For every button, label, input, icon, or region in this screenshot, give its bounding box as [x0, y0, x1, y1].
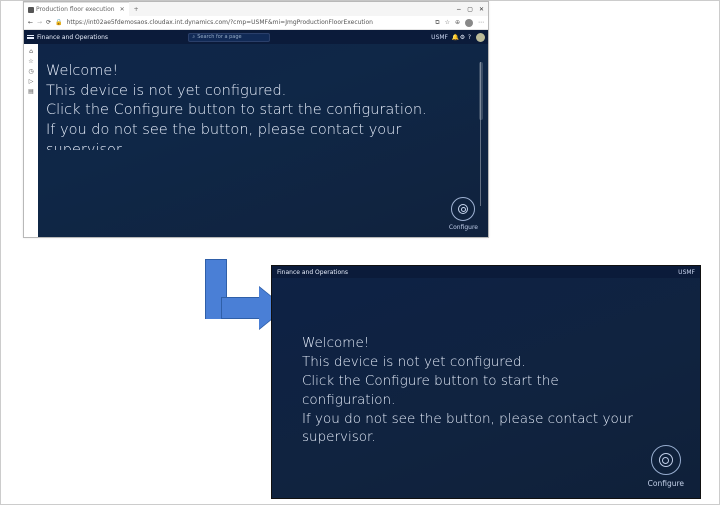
bell-icon[interactable]: 🔔	[452, 34, 459, 41]
back-button[interactable]: ←	[28, 19, 33, 26]
rail-clock-icon[interactable]: ◷	[27, 67, 35, 75]
welcome-heading: Welcome!	[46, 62, 438, 82]
welcome-line-4-clipped: supervisor	[46, 141, 438, 150]
profile-icon[interactable]	[465, 19, 473, 27]
help-icon[interactable]: ?	[466, 34, 473, 41]
scrollbar-thumb[interactable]	[479, 62, 483, 120]
collections-icon[interactable]: ⊕	[455, 19, 460, 26]
app-navbar-fullscreen: Finance and Operations USMF	[272, 266, 700, 278]
configure-ring-icon-fs	[651, 445, 681, 475]
window-minimize-button[interactable]: −	[456, 6, 461, 13]
welcome-message: Welcome! This device is not yet configur…	[46, 62, 438, 150]
welcome-message-fullscreen: Welcome! This device is not yet configur…	[302, 334, 640, 447]
forward-button[interactable]: →	[37, 19, 42, 26]
browser-address-bar: ← → ⟳ 🔒 https://int02ae5fdemosaos.clouda…	[24, 16, 488, 30]
rail-grid-icon[interactable]: ▤	[27, 87, 35, 95]
transition-arrow	[173, 259, 273, 344]
app-navbar: Finance and Operations ⌕ Search for a pa…	[24, 30, 488, 44]
browser-tab[interactable]: Production floor execution ✕	[24, 2, 129, 16]
target-icon-fs	[659, 453, 673, 467]
search-icon: ⌕	[192, 34, 195, 40]
welcome-line-4-fs: supervisor.	[302, 428, 640, 447]
welcome-line-3: If you do not see the button, please con…	[46, 121, 438, 141]
url-field[interactable]: https://int02ae5fdemosaos.cloudax.int.dy…	[67, 19, 432, 26]
company-code-fullscreen[interactable]: USMF	[678, 269, 695, 276]
app-content-area: ⌂ ☆ ◷ ▷ ▤ Welcome! This device is not ye…	[24, 44, 488, 237]
search-placeholder: Search for a page	[197, 34, 241, 40]
lock-icon: 🔒	[55, 19, 62, 26]
welcome-line-2: Click the Configure button to start the …	[46, 101, 438, 121]
tab-close-icon[interactable]: ✕	[120, 6, 125, 13]
welcome-line-3-fs: If you do not see the button, please con…	[302, 410, 640, 429]
tab-favicon	[28, 7, 34, 13]
target-icon	[458, 204, 468, 214]
welcome-line-1-fs: This device is not yet configured.	[302, 353, 640, 372]
app-title: Finance and Operations	[37, 34, 108, 41]
company-code[interactable]: USMF	[431, 34, 448, 41]
configure-label-fs: Configure	[648, 479, 684, 488]
browser-window: Production floor execution ✕ + − ▢ ✕ ← →…	[23, 1, 489, 238]
avatar[interactable]	[476, 33, 485, 42]
rail-home-icon[interactable]: ⌂	[27, 47, 35, 55]
favorite-icon[interactable]: ☆	[445, 19, 450, 26]
welcome-line-1: This device is not yet configured.	[46, 82, 438, 102]
rail-play-icon[interactable]: ▷	[27, 77, 35, 85]
fullscreen-window: Finance and Operations USMF Welcome! Thi…	[271, 265, 701, 499]
browser-menu-icon[interactable]: ⋯	[478, 19, 484, 26]
hamburger-menu-button[interactable]	[27, 34, 34, 41]
window-close-button[interactable]: ✕	[479, 6, 484, 13]
tab-title: Production floor execution	[36, 6, 115, 13]
rail-star-icon[interactable]: ☆	[27, 57, 35, 65]
browser-titlebar: Production floor execution ✕ + − ▢ ✕	[24, 2, 488, 16]
configure-button-fullscreen[interactable]: Configure	[648, 445, 684, 488]
configure-ring-icon	[451, 197, 475, 221]
extension-icon[interactable]: ⧉	[435, 19, 439, 27]
welcome-line-2-fs: Click the Configure button to start the …	[302, 372, 640, 410]
welcome-heading-fs: Welcome!	[302, 334, 640, 353]
new-tab-button[interactable]: +	[134, 6, 139, 13]
configure-label: Configure	[449, 224, 478, 231]
configure-button[interactable]: Configure	[449, 197, 478, 231]
settings-gear-icon[interactable]: ⚙	[459, 34, 466, 41]
app-title-fullscreen: Finance and Operations	[277, 269, 348, 276]
search-input[interactable]: ⌕ Search for a page	[188, 33, 270, 42]
window-restore-button[interactable]: ▢	[467, 6, 473, 13]
app-content-area-fullscreen: Welcome! This device is not yet configur…	[272, 278, 700, 498]
left-rail: ⌂ ☆ ◷ ▷ ▤	[24, 44, 38, 237]
refresh-button[interactable]: ⟳	[46, 19, 51, 26]
